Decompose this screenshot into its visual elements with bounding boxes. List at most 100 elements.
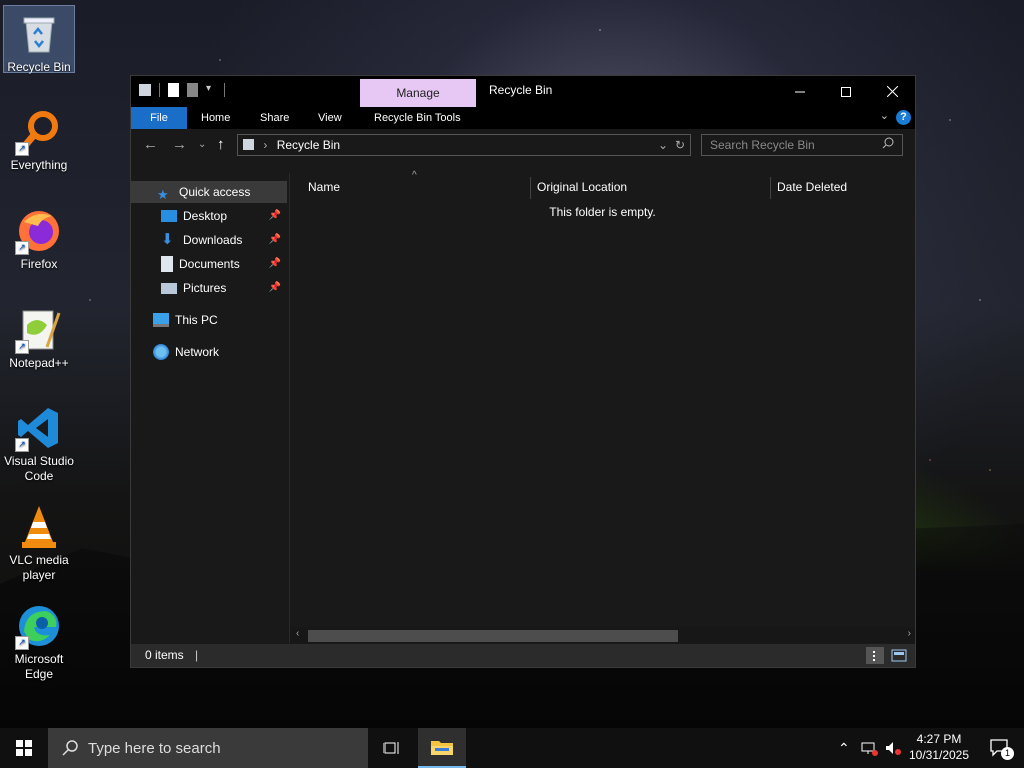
start-button[interactable]: [0, 728, 48, 768]
nav-label: Quick access: [179, 185, 251, 199]
pin-icon[interactable]: 📌: [269, 253, 281, 275]
taskbar-search-box[interactable]: Type here to search: [48, 728, 368, 768]
back-button[interactable]: ←: [143, 136, 158, 153]
recycle-bin-small-icon[interactable]: [139, 84, 151, 96]
scrollbar-thumb[interactable]: [308, 630, 678, 642]
nav-network[interactable]: Network: [153, 341, 287, 363]
taskbar-file-explorer[interactable]: [418, 728, 466, 768]
windows-logo-icon: [16, 740, 32, 756]
desktop-icon-edge[interactable]: ↗ Microsoft Edge: [4, 598, 74, 682]
close-icon: [886, 86, 898, 97]
close-button[interactable]: [869, 76, 915, 107]
horizontal-scrollbar[interactable]: ‹ ›: [290, 627, 915, 643]
breadcrumb-recycle-bin[interactable]: Recycle Bin: [277, 138, 340, 152]
vscode-icon: ↗: [15, 404, 63, 452]
explorer-window: ▾ Manage Recycle Bin File Home Share Vie…: [130, 75, 916, 668]
desktop-icon-recycle-bin[interactable]: Recycle Bin: [3, 5, 75, 74]
pin-icon[interactable]: 📌: [269, 205, 281, 227]
nav-downloads[interactable]: ⬇ Downloads 📌: [161, 229, 287, 251]
search-placeholder: Search Recycle Bin: [710, 138, 815, 152]
volume-muted-icon[interactable]: [884, 740, 902, 756]
scroll-left-arrow-icon[interactable]: ‹: [296, 628, 299, 639]
tab-home[interactable]: Home: [201, 107, 230, 129]
network-disconnected-icon[interactable]: [860, 740, 878, 756]
desktop-icon-vlc[interactable]: VLC media player: [4, 499, 74, 583]
show-hidden-icons-chevron-icon[interactable]: ⌃: [838, 740, 850, 757]
tab-recycle-bin-tools[interactable]: Recycle Bin Tools: [374, 107, 461, 129]
action-center-button[interactable]: 1: [976, 728, 1024, 768]
address-bar[interactable]: › Recycle Bin ⌄ ↻: [237, 134, 691, 156]
column-divider[interactable]: [530, 177, 531, 199]
tab-file[interactable]: File: [131, 107, 187, 129]
vlc-cone-icon: [15, 503, 63, 551]
clock-date: 10/31/2025: [908, 748, 970, 762]
item-count: 0 items: [145, 648, 184, 662]
minimize-button[interactable]: [777, 76, 823, 107]
taskbar-clock[interactable]: 4:27 PM 10/31/2025: [904, 731, 974, 763]
up-button[interactable]: ↑: [217, 136, 225, 153]
pictures-icon: [161, 282, 177, 294]
window-title: Recycle Bin: [489, 83, 553, 97]
expand-ribbon-chevron-icon[interactable]: ⌄: [880, 109, 889, 122]
minimize-icon: [795, 91, 805, 92]
nav-label: This PC: [175, 313, 218, 327]
desktop-folder-icon: [161, 210, 177, 222]
refresh-icon[interactable]: ↻: [675, 135, 685, 155]
column-header-date-deleted[interactable]: Date Deleted: [777, 173, 847, 201]
folder-icon: [431, 741, 453, 755]
nav-desktop[interactable]: Desktop 📌: [161, 205, 287, 227]
shortcut-arrow-icon: ↗: [15, 142, 29, 156]
column-divider[interactable]: [770, 177, 771, 199]
forward-button[interactable]: →: [172, 136, 187, 153]
help-icon[interactable]: ?: [896, 110, 911, 125]
customize-toolbar-icon[interactable]: ▾: [206, 83, 216, 97]
desktop-icon-firefox[interactable]: ↗ Firefox: [4, 203, 74, 272]
task-view-button[interactable]: [368, 728, 416, 768]
large-icons-view-button[interactable]: [890, 647, 908, 664]
pin-icon[interactable]: 📌: [269, 277, 281, 299]
address-dropdown-icon[interactable]: ⌄: [658, 135, 668, 155]
search-icon: [882, 135, 894, 155]
shortcut-arrow-icon: ↗: [15, 241, 29, 255]
scroll-right-arrow-icon[interactable]: ›: [908, 628, 911, 639]
pin-icon[interactable]: 📌: [269, 229, 281, 251]
new-folder-icon[interactable]: [187, 83, 198, 97]
nav-label: Network: [175, 345, 220, 359]
sort-up-chevron-icon: ^: [412, 170, 417, 181]
tab-view[interactable]: View: [318, 107, 342, 129]
desktop-icon-notepad-plus-plus[interactable]: ↗ Notepad++: [4, 302, 74, 371]
file-list[interactable]: ^ Name Original Location Date Deleted Th…: [290, 170, 915, 643]
breadcrumb-separator-icon: ›: [263, 138, 268, 152]
desktop-icon-everything[interactable]: ↗ Everything: [4, 104, 74, 173]
desktop-icon-label: Visual Studio Code: [4, 454, 74, 483]
taskbar: Type here to search ⌃ 4:27 PM 10/31/2025…: [0, 728, 1024, 768]
manage-contextual-tab[interactable]: Manage: [360, 79, 476, 107]
recent-locations-chevron-icon[interactable]: ⌄: [198, 139, 206, 150]
tab-share[interactable]: Share: [260, 107, 289, 129]
recycle-bin-small-icon: [243, 139, 254, 150]
column-header-name[interactable]: Name: [308, 173, 340, 201]
properties-icon[interactable]: [168, 83, 179, 97]
shortcut-arrow-icon: ↗: [15, 340, 29, 354]
everything-search-icon: ↗: [15, 108, 63, 156]
search-icon: [62, 740, 78, 756]
separator: [224, 83, 225, 97]
nav-this-pc[interactable]: This PC: [153, 309, 287, 331]
column-header-original-location[interactable]: Original Location: [537, 173, 627, 201]
nav-documents[interactable]: Documents 📌: [161, 253, 287, 275]
nav-pictures[interactable]: Pictures 📌: [161, 277, 287, 299]
title-bar[interactable]: ▾ Manage Recycle Bin: [131, 76, 915, 107]
desktop-icon-vscode[interactable]: ↗ Visual Studio Code: [4, 400, 74, 484]
edge-icon: ↗: [15, 602, 63, 650]
large-icons-view-icon: [891, 649, 907, 662]
empty-folder-message: This folder is empty.: [549, 205, 656, 219]
nav-label: Documents: [179, 257, 240, 271]
taskbar-search-placeholder: Type here to search: [88, 739, 221, 757]
maximize-button[interactable]: [823, 76, 869, 107]
desktop-icon-label: Notepad++: [9, 356, 69, 370]
details-view-button[interactable]: [866, 647, 884, 664]
nav-quick-access[interactable]: ★ Quick access: [131, 181, 287, 203]
shortcut-arrow-icon: ↗: [15, 636, 29, 650]
search-input[interactable]: Search Recycle Bin: [701, 134, 903, 156]
desktop-icon-label: Firefox: [20, 257, 58, 271]
